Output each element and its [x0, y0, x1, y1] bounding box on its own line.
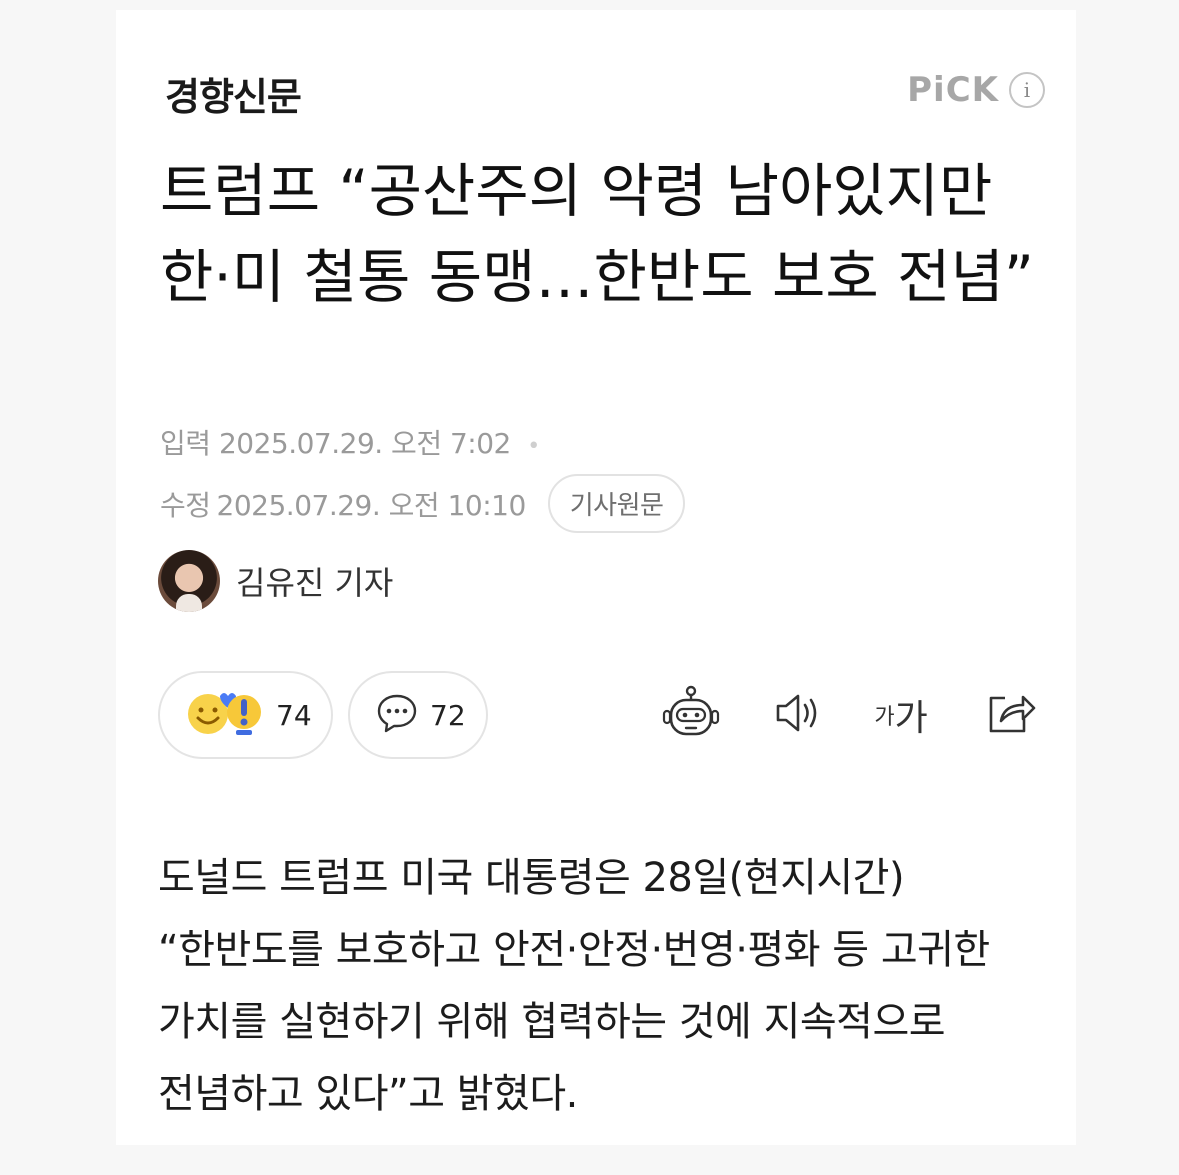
edit-label: 수정: [160, 488, 211, 522]
input-datetime: 입력 2025.07.29. 오전 7:02 •: [160, 422, 540, 462]
reaction-count: 74: [276, 698, 312, 732]
edit-time: 2025.07.29. 오전 10:10: [216, 488, 527, 522]
input-time: 2025.07.29. 오전 7:02: [218, 427, 511, 460]
ai-summary-button[interactable]: [662, 685, 720, 745]
comment-button[interactable]: 72: [348, 671, 488, 759]
article-headline: 트럼프 “공산주의 악령 남아있지만 한·미 철통 동맹…한반도 보호 전념”: [160, 157, 1034, 311]
share-icon: [985, 690, 1037, 740]
edit-datetime: 수정 2025.07.29. 오전 10:10 기사원문: [160, 474, 686, 533]
press-header: 경향신문 PiCK i: [165, 60, 1045, 120]
robot-icon: [662, 685, 720, 745]
speaker-icon: [773, 691, 825, 739]
separator-dot: •: [527, 434, 540, 459]
text-to-speech-button[interactable]: [770, 686, 828, 744]
share-button[interactable]: [982, 686, 1040, 744]
pick-label: PiCK: [907, 70, 999, 110]
info-icon[interactable]: i: [1009, 72, 1045, 108]
reaction-button[interactable]: 74: [158, 671, 333, 759]
font-size-button[interactable]: 가가: [872, 686, 930, 744]
reporter-avatar[interactable]: [158, 550, 220, 612]
input-label: 입력: [160, 427, 211, 460]
article-body: 도널드 트럼프 미국 대통령은 28일(현지시간) “한반도를 보호하고 안전·…: [158, 855, 990, 1117]
font-size-large-label: 가: [894, 698, 928, 739]
original-article-button[interactable]: 기사원문: [547, 474, 686, 533]
comment-icon: [376, 693, 418, 737]
press-logo[interactable]: 경향신문: [165, 66, 302, 121]
font-size-small-label: 가: [874, 705, 895, 730]
comment-count: 72: [430, 698, 466, 732]
reporter[interactable]: 김유진 기자: [158, 550, 393, 612]
pick-badge[interactable]: PiCK i: [907, 70, 1045, 110]
reporter-name[interactable]: 김유진 기자: [236, 558, 393, 604]
reaction-emoji-icon: [186, 690, 264, 740]
